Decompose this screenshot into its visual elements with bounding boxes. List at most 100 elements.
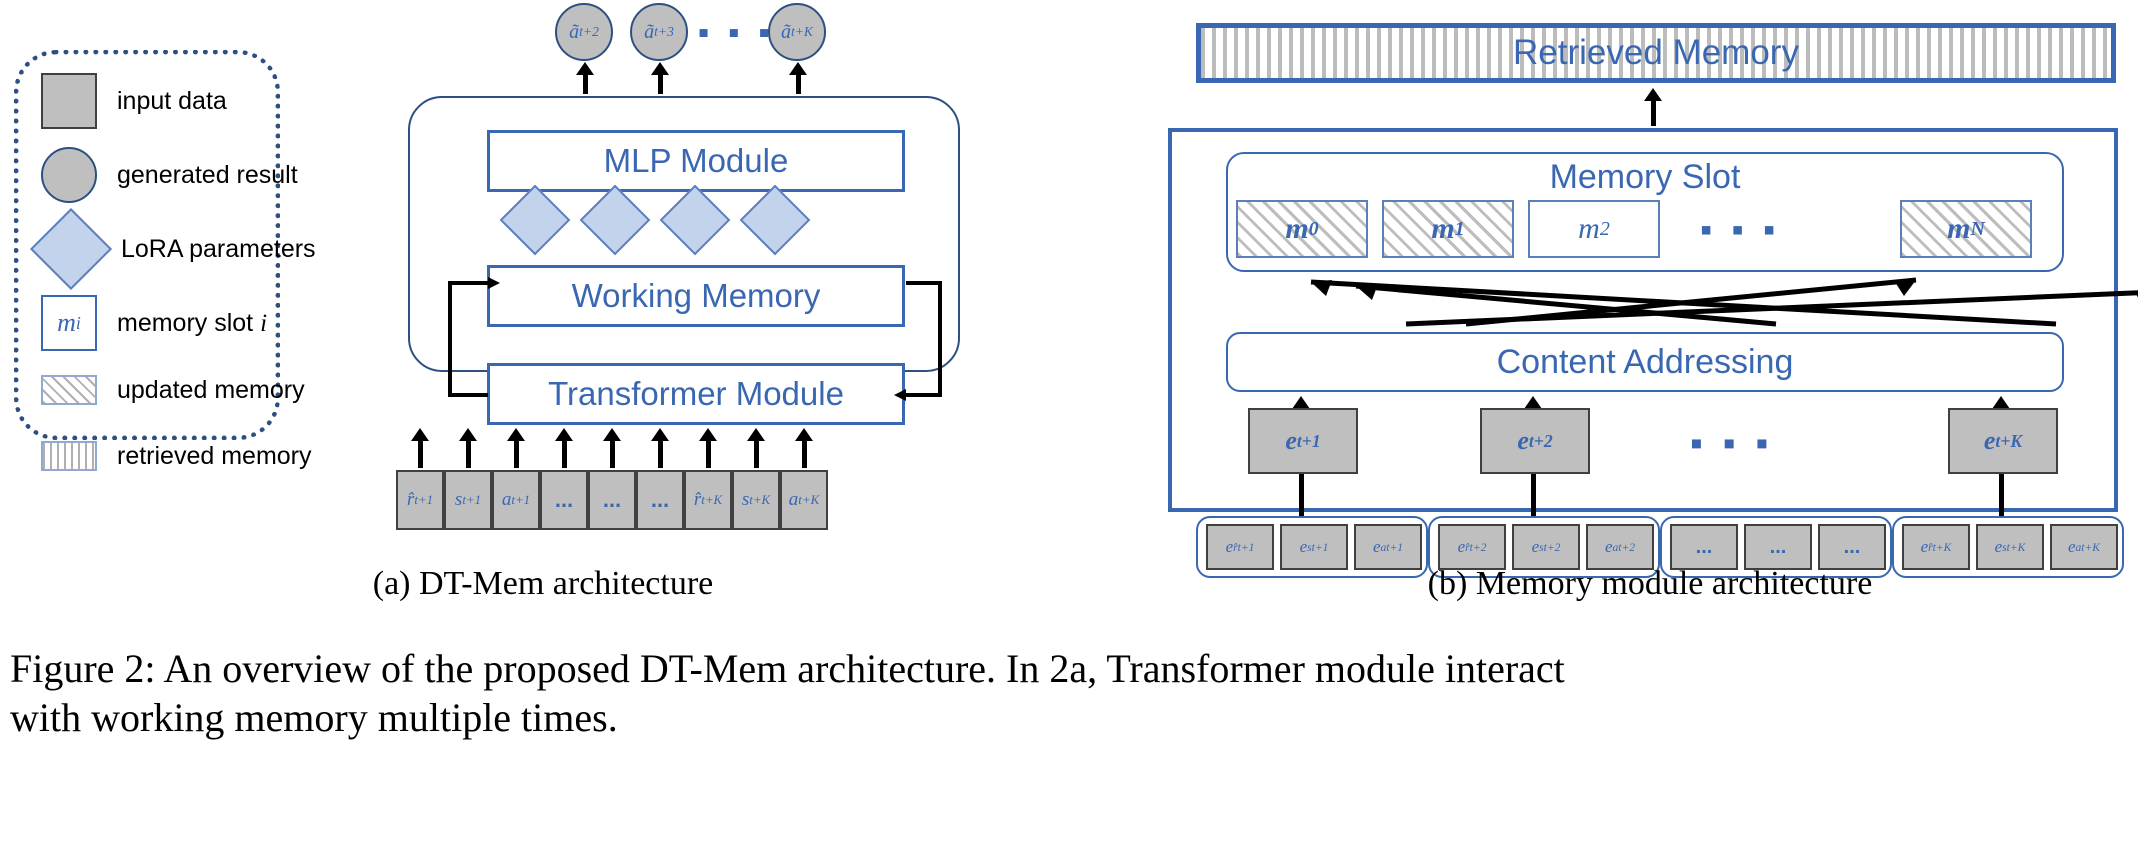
content-addressing-label: Content Addressing [1496, 342, 1794, 381]
embedding-box-2-sub: t+K [1995, 430, 2023, 451]
panel-b-caption: (b) Memory module architecture [1427, 565, 1873, 602]
arrow-token-2-to-transformer [507, 428, 525, 468]
embedding-box-0: e t+1 [1248, 408, 1358, 474]
token-3-1-sub: st+K [2002, 540, 2026, 554]
token-3-0: e r̂t+K [1902, 524, 1970, 570]
input-token-6-sub: t+K [701, 492, 723, 507]
legend-item-lora-parameters: LoRA parameters [29, 207, 316, 291]
input-token-0: r̂ t+1 [396, 470, 444, 530]
memory-slot-symbol: m [57, 308, 76, 337]
figure-caption-line-1: Figure 2: An overview of the proposed DT… [10, 646, 1565, 691]
input-token-1-base: s [454, 489, 463, 510]
legend-label-memory-slot-text: memory slot [117, 308, 261, 337]
token-1-1: e st+2 [1512, 524, 1580, 570]
token-3-0-sub: r̂t+K [1928, 540, 1952, 554]
diagonal-hatch-icon [41, 375, 97, 405]
memory-slot-ellipsis: ▪ ▪ ▪ [1700, 211, 1781, 249]
memory-slot-1: m1 [1382, 200, 1514, 258]
input-token-8-sub: t+K [798, 492, 820, 507]
output-node-1-sub: t+3 [654, 24, 674, 39]
arrow-mlp-to-output-0 [576, 62, 594, 94]
token-0-1-base: e [1299, 537, 1308, 556]
figure-caption-line-2: with working memory multiple times. [10, 694, 618, 740]
arrow-token-7-to-transformer [747, 428, 765, 468]
legend-item-input-data: input data [41, 73, 227, 129]
arrow-token-8-to-transformer [795, 428, 813, 468]
memory-slot-2-sub: 2 [1599, 217, 1610, 240]
legend-label-updated-memory: updated memory [117, 375, 305, 404]
token-2-2: ... [1818, 524, 1886, 570]
memory-slot-2: m2 [1528, 200, 1660, 258]
output-node-1-base: ã [644, 20, 655, 43]
token-1-1-sub: st+2 [1539, 540, 1561, 554]
token-2-1-base: ... [1769, 535, 1787, 558]
connector-group-1 [1531, 474, 1536, 520]
input-token-2-base: a [501, 489, 512, 510]
arrow-token-5-to-transformer [651, 428, 669, 468]
arrow-memory-to-retrieved [1644, 88, 1662, 126]
input-token-4: ... [588, 470, 636, 530]
legend-item-generated-result: generated result [41, 147, 298, 203]
input-token-7-sub: t+K [749, 492, 771, 507]
token-1-1-base: e [1531, 537, 1540, 556]
legend-label-generated-result: generated result [117, 160, 298, 189]
output-node-1: ã t+3 [630, 3, 688, 61]
vertical-hatch-icon [41, 441, 97, 471]
input-token-0-sub: t+1 [414, 492, 434, 507]
embedding-box-1: e t+2 [1480, 408, 1590, 474]
token-2-0-base: ... [1695, 535, 1713, 558]
input-token-5-base: ... [650, 487, 670, 512]
retrieved-memory-bar: Retrieved Memory [1196, 23, 2116, 83]
input-token-5: ... [636, 470, 684, 530]
input-token-7-base: s [741, 489, 750, 510]
memory-slot-1-base: m [1431, 212, 1455, 245]
token-0-2-sub: at+1 [1380, 540, 1404, 554]
output-node-2-sub: t+K [790, 24, 814, 39]
input-token-3: ... [540, 470, 588, 530]
output-node-2-base: ã [780, 20, 791, 43]
memory-slot-symbol-sub: i [75, 312, 81, 333]
legend-label-input-data: input data [117, 86, 227, 115]
embedding-box-0-sub: t+1 [1296, 430, 1321, 451]
token-0-2-base: e [1372, 537, 1381, 556]
input-token-3-base: ... [554, 487, 574, 512]
connector-group-0 [1299, 474, 1304, 520]
content-addressing-box: Content Addressing [1226, 332, 2064, 392]
input-token-2: a t+1 [492, 470, 540, 530]
token-3-2-sub: at+K [2075, 540, 2101, 554]
input-token-7: s t+K [732, 470, 780, 530]
token-0-0-base: e [1225, 537, 1234, 556]
figure-caption: Figure 2: An overview of the proposed DT… [10, 645, 2120, 743]
arrow-token-0-to-transformer [411, 428, 429, 468]
token-3-1: e st+K [1976, 524, 2044, 570]
output-ellipsis: ▪ ▪ ▪ [698, 14, 775, 50]
token-0-0-sub: r̂t+1 [1233, 540, 1255, 554]
memory-slot-0-base: m [1285, 212, 1309, 245]
arrow-token-4-to-transformer [603, 428, 621, 468]
token-0-1-sub: st+1 [1307, 540, 1329, 554]
memory-slot-0: m0 [1236, 200, 1368, 258]
embedding-box-1-sub: t+2 [1528, 430, 1553, 451]
legend-panel: input data generated result LoRA paramet… [14, 50, 316, 471]
token-2-2-base: ... [1843, 535, 1861, 558]
memory-slot-0-sub: 0 [1308, 217, 1319, 240]
legend-label-memory-slot: memory slot i [117, 309, 267, 338]
output-node-0-sub: t+2 [579, 24, 599, 39]
arrow-token-6-to-transformer [699, 428, 717, 468]
token-2-0: ... [1670, 524, 1738, 570]
memory-slot-box-icon: mi [41, 295, 97, 351]
legend-label-retrieved-memory: retrieved memory [117, 441, 312, 470]
mlp-module-box: MLP Module [487, 130, 905, 192]
token-3-0-base: e [1920, 537, 1929, 556]
input-token-8-base: a [788, 489, 799, 510]
token-1-0: e r̂t+2 [1438, 524, 1506, 570]
input-token-1: s t+1 [444, 470, 492, 530]
legend-label-lora-parameters: LoRA parameters [121, 234, 316, 263]
input-token-1-sub: t+1 [462, 492, 482, 507]
memory-slot-1-sub: 1 [1454, 217, 1465, 240]
retrieved-memory-label: Retrieved Memory [1513, 33, 1799, 72]
token-0-2: e at+1 [1354, 524, 1422, 570]
input-token-0-base: r̂ [406, 489, 415, 510]
panel-a-caption: (a) DT-Mem architecture [372, 565, 714, 602]
memory-slot-3-sub: N [1970, 217, 1985, 240]
